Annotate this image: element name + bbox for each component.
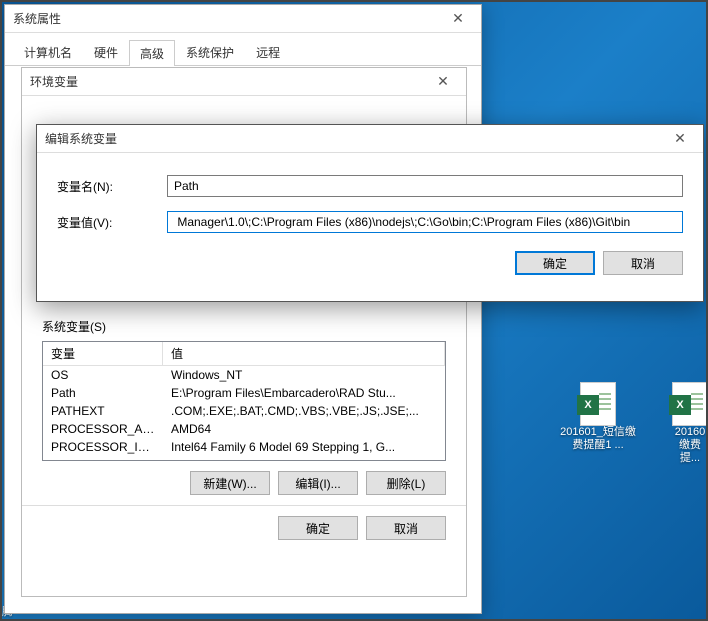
desktop-icon-excel-2[interactable]: X 20160 缴费提...: [670, 382, 708, 465]
close-icon[interactable]: ✕: [443, 10, 473, 27]
desktop-icon-label: 201601_短信缴费提醒1 ...: [558, 426, 638, 452]
desktop-icon-label: 20160 缴费提...: [670, 426, 708, 465]
var-name-input[interactable]: [167, 175, 683, 197]
editdlg-titlebar: 编辑系统变量 ✕: [37, 125, 703, 153]
editdlg-title: 编辑系统变量: [45, 130, 117, 147]
excel-icon: X: [580, 382, 616, 426]
close-icon[interactable]: ✕: [428, 73, 458, 90]
var-name-label: 变量名(N):: [57, 178, 167, 195]
list-row[interactable]: PROCESSOR_IDE...Intel64 Family 6 Model 6…: [43, 438, 445, 456]
system-vars-list[interactable]: 变量 值 OSWindows_NT PathE:\Program Files\E…: [42, 341, 446, 461]
tab-remote[interactable]: 远程: [245, 39, 291, 65]
sysvars-buttons: 新建(W)... 编辑(I)... 删除(L): [42, 471, 446, 495]
excel-icon: X: [672, 382, 708, 426]
tab-system-protection[interactable]: 系统保护: [175, 39, 245, 65]
new-button[interactable]: 新建(W)...: [190, 471, 270, 495]
ok-button[interactable]: 确定: [278, 516, 358, 540]
ok-button[interactable]: 确定: [515, 251, 595, 275]
col-value[interactable]: 值: [163, 342, 445, 365]
list-row[interactable]: PROCESSOR_AR...AMD64: [43, 420, 445, 438]
sysprops-title: 系统属性: [13, 10, 61, 27]
envdlg-titlebar: 环境变量 ✕: [22, 68, 466, 96]
cancel-button[interactable]: 取消: [366, 516, 446, 540]
cancel-button[interactable]: 取消: [603, 251, 683, 275]
close-icon[interactable]: ✕: [665, 130, 695, 147]
system-properties-window: 系统属性 ✕ 计算机名 硬件 高级 系统保护 远程 环境变量 ✕ 系统变量(S)…: [4, 4, 482, 614]
var-value-label: 变量值(V):: [57, 214, 167, 231]
system-vars-label: 系统变量(S): [42, 318, 466, 335]
list-row[interactable]: PathE:\Program Files\Embarcadero\RAD Stu…: [43, 384, 445, 402]
desktop-icon-excel-1[interactable]: X 201601_短信缴费提醒1 ...: [558, 382, 638, 452]
edit-system-variable-dialog: 编辑系统变量 ✕ 变量名(N): 变量值(V): 确定 取消: [36, 124, 704, 302]
envdlg-title: 环境变量: [30, 73, 78, 90]
tab-hardware[interactable]: 硬件: [83, 39, 129, 65]
tab-computer-name[interactable]: 计算机名: [13, 39, 83, 65]
edit-button[interactable]: 编辑(I)...: [278, 471, 358, 495]
list-row[interactable]: OSWindows_NT: [43, 366, 445, 384]
sysprops-titlebar: 系统属性 ✕: [5, 5, 481, 33]
delete-button[interactable]: 删除(L): [366, 471, 446, 495]
sysprops-tabs: 计算机名 硬件 高级 系统保护 远程: [5, 33, 481, 66]
envdlg-buttons: 确定 取消: [42, 516, 446, 540]
var-value-input[interactable]: [167, 211, 683, 233]
tab-advanced[interactable]: 高级: [129, 40, 175, 66]
list-header: 变量 值: [43, 342, 445, 366]
col-name[interactable]: 变量: [43, 342, 163, 365]
list-row[interactable]: PATHEXT.COM;.EXE;.BAT;.CMD;.VBS;.VBE;.JS…: [43, 402, 445, 420]
